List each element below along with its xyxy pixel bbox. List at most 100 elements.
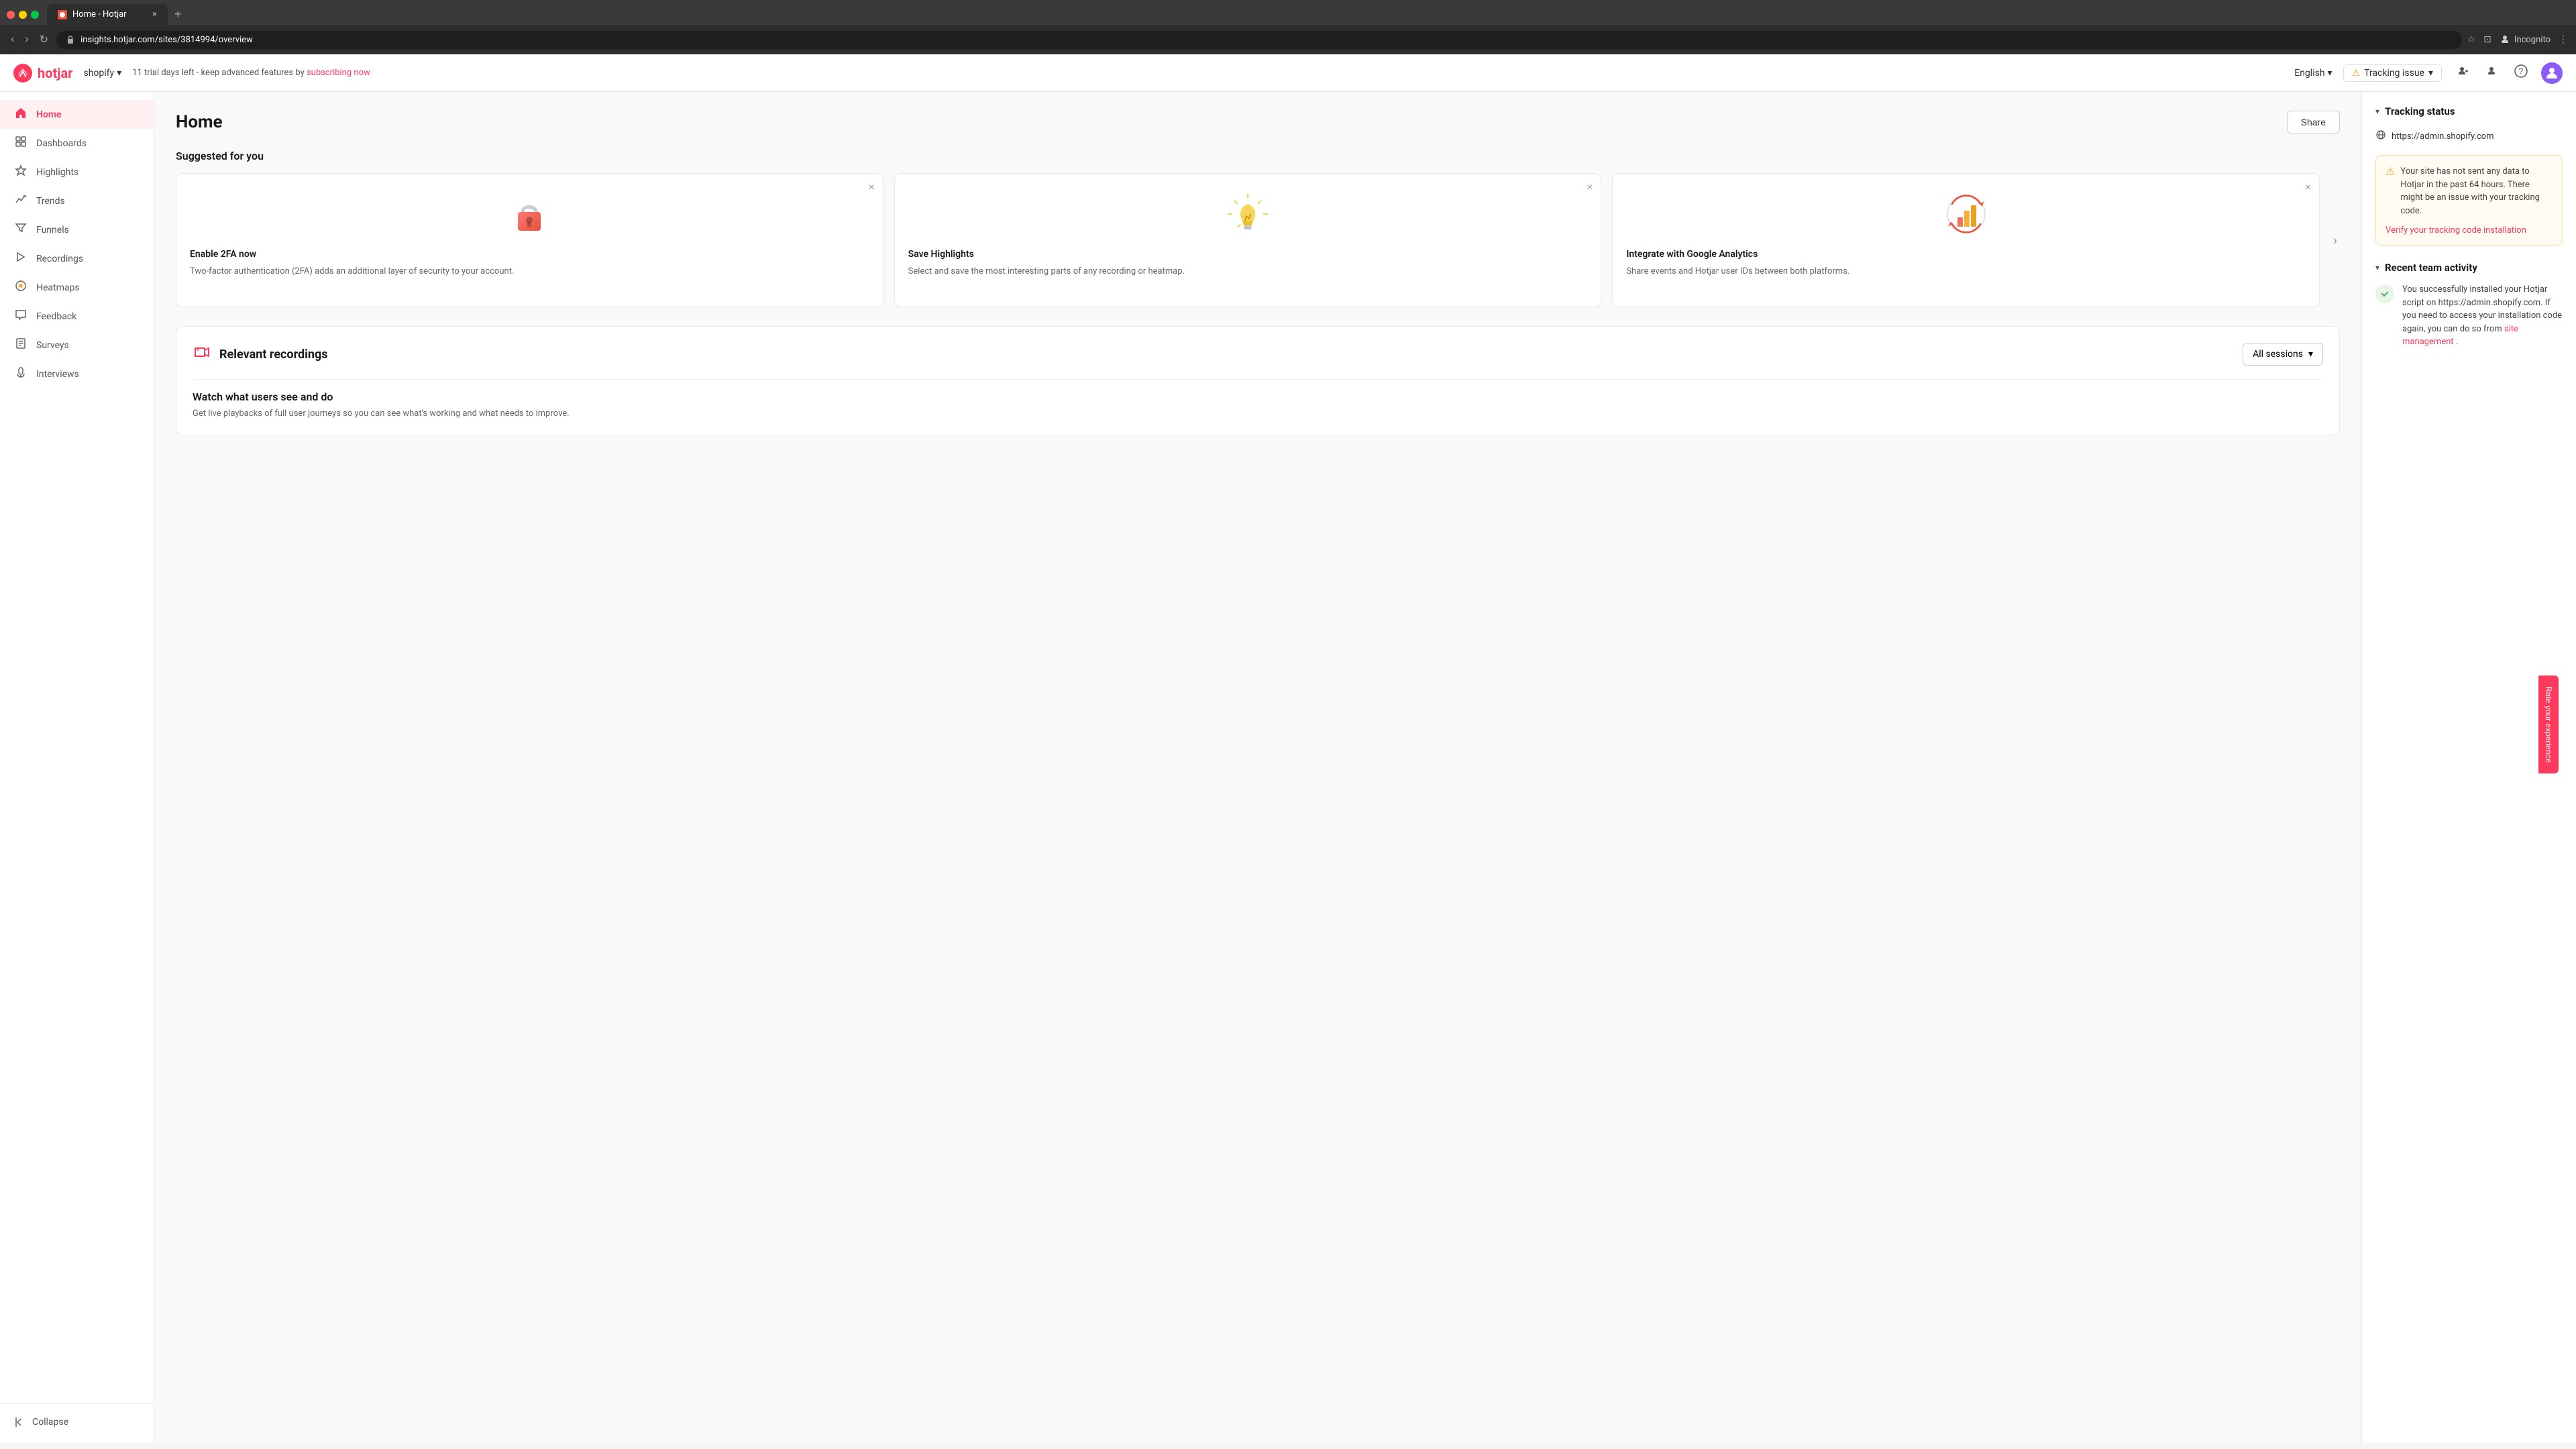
sidebar-label-home: Home: [36, 109, 62, 120]
tab-favicon: [58, 10, 67, 19]
trends-icon: [13, 193, 28, 209]
tracking-status-header[interactable]: ▾ Tracking status: [2375, 105, 2563, 117]
profile-btn[interactable]: [2482, 62, 2501, 84]
reload-btn[interactable]: ↻: [37, 30, 51, 49]
user-avatar[interactable]: [2541, 62, 2563, 84]
tracking-warning-icon: ⚠: [2352, 68, 2361, 78]
main-content: Home Share Suggested for you ×: [154, 92, 2361, 1443]
tracking-warning-box: ⚠ Your site has not sent any data to Hot…: [2375, 155, 2563, 246]
activity-header[interactable]: ▾ Recent team activity: [2375, 262, 2563, 274]
surveys-icon: [13, 337, 28, 353]
language-selector[interactable]: English ▾: [2294, 68, 2332, 78]
window-close-btn[interactable]: [7, 11, 15, 19]
sidebar-label-heatmaps: Heatmaps: [36, 282, 80, 293]
address-actions: ☆ ⊡ Incognito ⋮: [2467, 34, 2568, 45]
sidebar-item-feedback[interactable]: Feedback: [0, 302, 154, 331]
sidebar-label-highlights: Highlights: [36, 167, 78, 178]
card-2fa-desc: Two-factor authentication (2FA) adds an …: [190, 265, 869, 278]
hotjar-logo-icon: [13, 64, 32, 83]
activity-chevron-icon: ▾: [2375, 263, 2379, 272]
tab-title: Home - Hotjar: [72, 9, 127, 19]
recordings-section-icon: [193, 343, 211, 366]
recordings-section: Relevant recordings All sessions ▾ Watch…: [176, 326, 2340, 435]
sidebar-item-funnels[interactable]: Funnels: [0, 215, 154, 244]
sidebar-label-interviews: Interviews: [36, 369, 79, 380]
tracking-issue-btn[interactable]: ⚠ Tracking issue ▾: [2343, 64, 2442, 82]
add-user-btn[interactable]: [2453, 62, 2471, 84]
sidebar-item-dashboards[interactable]: Dashboards: [0, 129, 154, 158]
extension-icon[interactable]: ⊡: [2483, 34, 2491, 45]
sidebar-item-surveys[interactable]: Surveys: [0, 331, 154, 360]
card-highlights-desc: Select and save the most interesting par…: [908, 265, 1588, 278]
share-button[interactable]: Share: [2287, 111, 2340, 133]
address-bar[interactable]: insights.hotjar.com/sites/3814994/overvi…: [56, 31, 2462, 49]
card-analytics-close[interactable]: ×: [2305, 182, 2311, 194]
interviews-icon: [13, 366, 28, 382]
site-name: shopify: [84, 68, 115, 78]
site-selector-chevron: ▾: [117, 68, 121, 78]
menu-icon[interactable]: ⋮: [2559, 34, 2568, 45]
new-tab-btn[interactable]: +: [169, 4, 187, 25]
card-2fa-close[interactable]: ×: [868, 182, 874, 194]
sidebar-item-interviews[interactable]: Interviews: [0, 360, 154, 388]
card-2fa-icon: [502, 187, 556, 241]
funnels-icon: [13, 222, 28, 237]
sessions-label: All sessions: [2253, 349, 2303, 360]
bookmark-icon[interactable]: ☆: [2467, 34, 2476, 45]
sidebar-label-feedback: Feedback: [36, 311, 76, 322]
verify-link[interactable]: Verify your tracking code installation: [2385, 225, 2526, 235]
feedback-icon: [13, 309, 28, 324]
card-2fa: ×: [176, 173, 883, 307]
sidebar-label-funnels: Funnels: [36, 225, 69, 235]
url-display: insights.hotjar.com/sites/3814994/overvi…: [80, 35, 2453, 45]
sidebar: Home Dashboards Highlights Trends: [0, 92, 154, 1443]
trial-banner: 11 trial days left - keep advanced featu…: [132, 68, 2284, 78]
collapse-label: Collapse: [32, 1417, 68, 1428]
tracking-url: https://admin.shopify.com: [2375, 127, 2563, 146]
header-actions: English ▾ ⚠ Tracking issue ▾ ?: [2294, 62, 2563, 84]
sidebar-item-home[interactable]: Home: [0, 100, 154, 129]
card-analytics-title: Integrate with Google Analytics: [1626, 249, 2306, 260]
activity-text: You successfully installed your Hotjar s…: [2402, 283, 2563, 349]
rate-experience-btn[interactable]: Rate your experience: [2538, 676, 2559, 773]
activity-check-icon: [2375, 284, 2394, 303]
tab-close-btn[interactable]: ×: [152, 9, 157, 19]
site-selector[interactable]: shopify ▾: [84, 68, 122, 78]
activity-section-title: Recent team activity: [2385, 262, 2477, 274]
page-title: Home: [176, 112, 223, 132]
dashboards-icon: [13, 136, 28, 151]
recent-activity-section: ▾ Recent team activity You successfully …: [2375, 262, 2563, 349]
sidebar-label-recordings: Recordings: [36, 254, 83, 264]
forward-btn[interactable]: ›: [22, 31, 31, 48]
help-btn[interactable]: ?: [2512, 62, 2530, 84]
sidebar-item-highlights[interactable]: Highlights: [0, 158, 154, 186]
sidebar-item-recordings[interactable]: Recordings: [0, 244, 154, 273]
cards-next-btn[interactable]: ›: [2330, 173, 2340, 307]
heatmaps-icon: [13, 280, 28, 295]
sidebar-label-dashboards: Dashboards: [36, 138, 87, 149]
lang-chevron: ▾: [2328, 68, 2332, 78]
suggested-section-title: Suggested for you: [176, 150, 2340, 162]
tracking-status-title: Tracking status: [2385, 105, 2455, 117]
lang-label: English: [2294, 68, 2324, 78]
back-btn[interactable]: ‹: [8, 31, 17, 48]
sessions-dropdown[interactable]: All sessions ▾: [2243, 343, 2323, 366]
lock-icon: [66, 35, 75, 44]
card-highlights: ×: [894, 173, 1602, 307]
globe-icon: [2375, 129, 2386, 143]
window-minimize-btn[interactable]: [19, 11, 27, 19]
page-header: Home Share: [176, 111, 2340, 133]
card-analytics-desc: Share events and Hotjar user IDs between…: [1626, 265, 2306, 278]
sessions-chevron: ▾: [2308, 349, 2313, 360]
subscribe-link[interactable]: subscribing now: [307, 68, 370, 78]
sidebar-item-heatmaps[interactable]: Heatmaps: [0, 273, 154, 302]
card-highlights-close[interactable]: ×: [1587, 182, 1593, 194]
active-tab[interactable]: Home - Hotjar ×: [47, 4, 168, 25]
window-maximize-btn[interactable]: [31, 11, 39, 19]
card-2fa-title: Enable 2FA now: [190, 249, 869, 260]
recordings-header: Relevant recordings All sessions ▾: [193, 343, 2323, 366]
highlights-icon: [13, 164, 28, 180]
sidebar-item-trends[interactable]: Trends: [0, 186, 154, 215]
collapse-sidebar-btn[interactable]: Collapse: [0, 1409, 154, 1435]
recordings-icon: [13, 251, 28, 266]
